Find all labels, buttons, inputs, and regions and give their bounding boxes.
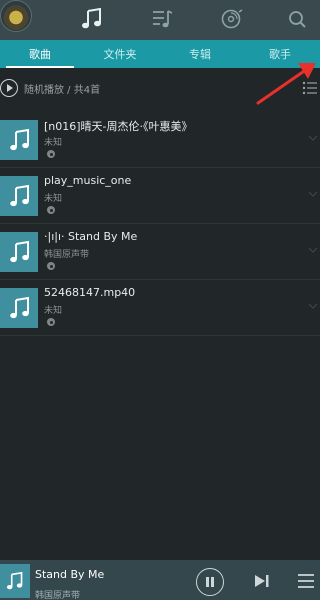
- play-circle-icon[interactable]: [0, 79, 18, 97]
- music-note-icon[interactable]: [80, 7, 104, 30]
- top-nav-bar: [0, 0, 320, 40]
- playlist-icon[interactable]: [150, 8, 174, 30]
- list-item[interactable]: ·|ı|ı· Stand By Me 韩国原声带: [0, 224, 320, 280]
- chevron-down-icon[interactable]: [308, 246, 318, 254]
- music-note-icon: [10, 184, 29, 207]
- song-thumbnail: [0, 120, 38, 160]
- shuffle-play-label[interactable]: 随机播放 / 共4首: [24, 81, 100, 96]
- music-note-icon: [10, 240, 29, 263]
- music-note-icon: [10, 128, 29, 151]
- song-title: [n016]晴天-周杰伦·《叶惠美》: [44, 120, 193, 133]
- song-list: [n016]晴天-周杰伦·《叶惠美》 未知 play_music_one 未知 …: [0, 112, 320, 336]
- pause-button[interactable]: [196, 568, 224, 596]
- song-artist: 韩国原声带: [44, 250, 90, 260]
- list-item[interactable]: [n016]晴天-周杰伦·《叶惠美》 未知: [0, 112, 320, 168]
- disc-icon[interactable]: [220, 8, 244, 30]
- player-thumbnail[interactable]: [0, 564, 30, 598]
- song-status-icon: [47, 206, 55, 214]
- song-artist: 未知: [44, 138, 63, 148]
- song-artist: 未知: [44, 306, 63, 316]
- song-artist: 未知: [44, 194, 63, 204]
- next-track-button[interactable]: [254, 574, 270, 588]
- music-note-icon: [6, 571, 23, 590]
- now-playing-title: Stand By Me: [35, 568, 105, 581]
- tab-songs[interactable]: 歌曲: [0, 40, 80, 68]
- song-status-icon: [47, 262, 55, 270]
- song-title: 52468147.mp40: [44, 286, 136, 299]
- tab-albums[interactable]: 专辑: [160, 40, 240, 68]
- music-note-icon: [10, 296, 29, 319]
- list-item[interactable]: play_music_one 未知: [0, 168, 320, 224]
- song-thumbnail: [0, 176, 38, 216]
- song-title: play_music_one: [44, 174, 132, 187]
- tab-folders[interactable]: 文件夹: [80, 40, 160, 68]
- chevron-down-icon[interactable]: [308, 302, 318, 310]
- song-status-icon: [47, 150, 55, 158]
- song-title: ·|ı|ı· Stand By Me: [44, 230, 138, 243]
- avatar[interactable]: [0, 0, 32, 32]
- song-thumbnail: [0, 232, 38, 272]
- red-arrow-annotation: [256, 63, 316, 105]
- song-status-icon: [47, 318, 55, 326]
- search-icon[interactable]: [286, 8, 310, 30]
- chevron-down-icon[interactable]: [308, 190, 318, 198]
- mini-player[interactable]: Stand By Me 韩国原声带: [0, 560, 320, 600]
- list-item[interactable]: 52468147.mp40 未知: [0, 280, 320, 336]
- song-thumbnail: [0, 288, 38, 328]
- chevron-down-icon[interactable]: [308, 134, 318, 142]
- play-queue-icon[interactable]: [296, 572, 316, 590]
- now-playing-artist: 韩国原声带: [35, 591, 81, 600]
